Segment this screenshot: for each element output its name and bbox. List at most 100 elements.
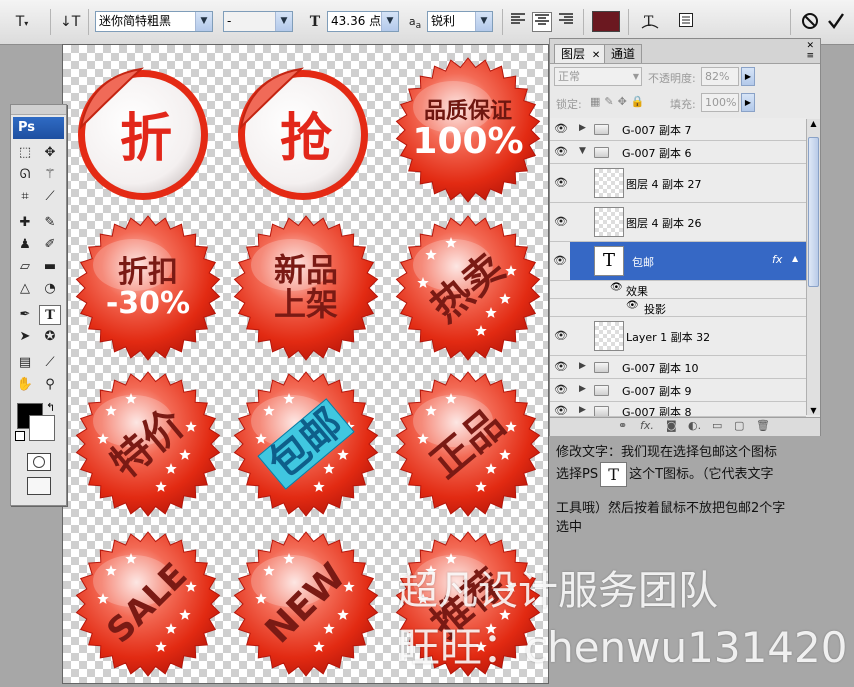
link-layers-icon[interactable]: ⚭ — [618, 419, 627, 432]
fx-icon[interactable]: fx — [772, 253, 782, 266]
eraser-tool-icon[interactable]: ▱ — [14, 257, 36, 277]
eye-icon[interactable]: 👁 — [610, 282, 623, 293]
toolbox-grip[interactable] — [11, 105, 66, 115]
zoom-tool-icon[interactable]: ⚲ — [39, 375, 61, 395]
expand-arrow-icon[interactable]: ▶ — [579, 384, 586, 394]
layer-row[interactable]: 👁 ▶ G-007 副本 9 — [550, 379, 806, 402]
background-color-swatch[interactable] — [29, 415, 55, 441]
pen-tool-icon[interactable]: ✒ — [14, 305, 36, 325]
notes-tool-icon[interactable]: ▤ — [14, 353, 36, 373]
type-tool-preset-icon[interactable]: T▾ — [12, 12, 32, 32]
panel-menu-icon[interactable]: ✕ ≡ — [806, 41, 814, 61]
align-left-icon[interactable] — [508, 12, 528, 32]
blur-tool-icon[interactable]: △ — [14, 279, 36, 299]
layers-scrollbar[interactable]: ▲ ▼ — [806, 119, 820, 415]
swap-colors-icon[interactable]: ↰ — [46, 401, 55, 414]
expand-arrow-icon[interactable]: ▶ — [579, 361, 586, 371]
marquee-tool-icon[interactable]: ⬚ — [14, 143, 36, 163]
layer-row[interactable]: 👁 ▶ G-007 副本 10 — [550, 356, 806, 379]
font-style-select[interactable]: - ▼ — [223, 11, 293, 32]
layer-row[interactable]: 👁 图层 4 副本 27 — [550, 164, 806, 203]
scroll-up-icon[interactable]: ▲ — [807, 119, 820, 128]
color-sampler-tool-icon[interactable]: ⟋ — [39, 353, 61, 373]
font-family-select[interactable]: 迷你简特粗黑 ▼ — [95, 11, 213, 32]
fill-label: 填充: — [670, 98, 696, 111]
badge-hot-sale: 热卖 — [393, 213, 543, 363]
warp-text-icon[interactable]: T — [640, 12, 660, 32]
layer-row[interactable]: 👁 ▶ G-007 副本 7 — [550, 118, 806, 141]
hand-tool-icon[interactable]: ✋ — [14, 375, 36, 395]
add-style-icon[interactable]: fx. — [640, 419, 654, 432]
eye-icon[interactable]: 👁 — [552, 329, 570, 342]
new-layer-icon[interactable]: ▢ — [734, 419, 744, 432]
screen-mode-icon[interactable] — [27, 477, 51, 495]
delete-layer-icon[interactable]: 🗑 — [756, 419, 770, 432]
tab-layers[interactable]: 图层 ✕ — [554, 44, 608, 63]
opacity-input[interactable]: 82% — [701, 67, 739, 86]
anti-alias-select[interactable]: 锐利 ▼ — [427, 11, 493, 32]
layer-row[interactable]: 👁 Layer 1 副本 32 — [550, 317, 806, 356]
custom-shape-tool-icon[interactable]: ✪ — [39, 327, 61, 347]
selected-text[interactable]: 包邮 — [257, 398, 355, 490]
collapse-arrow-icon[interactable]: ▼ — [579, 146, 586, 156]
eye-icon[interactable]: 👁 — [550, 242, 570, 280]
collapse-effects-icon[interactable]: ▲ — [792, 254, 798, 263]
opacity-slider-button[interactable]: ▶ — [741, 67, 755, 86]
eye-icon[interactable]: 👁 — [552, 145, 570, 158]
eye-icon[interactable]: 👁 — [552, 383, 570, 396]
gradient-tool-icon[interactable]: ▬ — [39, 257, 61, 277]
history-brush-tool-icon[interactable]: ✐ — [39, 235, 61, 255]
commit-edits-icon[interactable] — [826, 12, 846, 32]
cancel-edits-icon[interactable] — [800, 12, 820, 32]
scrollbar-thumb[interactable] — [808, 137, 819, 287]
move-tool-icon[interactable]: ✥ — [39, 143, 61, 163]
dodge-tool-icon[interactable]: ◔ — [39, 279, 61, 299]
badge-zhe: 折 — [71, 57, 221, 207]
path-selection-tool-icon[interactable]: ➤ — [14, 327, 36, 347]
new-group-icon[interactable]: ▭ — [712, 419, 722, 432]
align-center-icon[interactable] — [532, 12, 552, 32]
clone-stamp-tool-icon[interactable]: ♟ — [14, 235, 36, 255]
layer-row[interactable]: 👁 ▼ G-007 副本 6 — [550, 141, 806, 164]
crop-tool-icon[interactable]: ⌗ — [14, 187, 36, 207]
lasso-tool-icon[interactable]: ᘏ — [14, 165, 36, 185]
eyedropper-tool-icon[interactable]: ⟋ — [39, 187, 61, 207]
blend-mode-select[interactable]: 正常 ▼ — [554, 67, 642, 86]
eye-icon[interactable]: 👁 — [552, 215, 570, 228]
close-icon[interactable]: ✕ — [592, 50, 600, 61]
align-right-icon[interactable] — [556, 12, 576, 32]
opacity-label: 不透明度: — [648, 72, 696, 85]
lock-icons[interactable]: ▦✎✥🔒 — [590, 95, 649, 108]
effect-row[interactable]: 👁 投影 — [550, 299, 806, 317]
type-tool-icon[interactable]: T — [39, 305, 61, 325]
eye-icon[interactable]: 👁 — [552, 122, 570, 135]
add-mask-icon[interactable]: ◙ — [666, 419, 677, 432]
eye-icon[interactable]: 👁 — [552, 404, 570, 416]
eye-icon[interactable]: 👁 — [552, 360, 570, 373]
eye-icon[interactable]: 👁 — [552, 176, 570, 189]
effects-row[interactable]: 👁 效果 — [550, 281, 806, 299]
text-color-swatch[interactable] — [592, 11, 620, 32]
scroll-down-icon[interactable]: ▼ — [807, 406, 820, 415]
healing-brush-tool-icon[interactable]: ✚ — [14, 213, 36, 233]
eye-icon[interactable]: 👁 — [626, 300, 639, 311]
expand-arrow-icon[interactable]: ▶ — [579, 123, 586, 133]
fill-input[interactable]: 100% — [701, 93, 739, 112]
font-size-select[interactable]: 43.36 点 ▼ — [327, 11, 399, 32]
expand-arrow-icon[interactable]: ▶ — [579, 405, 586, 415]
default-colors-icon[interactable] — [15, 431, 25, 441]
adjustment-layer-icon[interactable]: ◐. — [688, 419, 701, 432]
badge-new: NEW — [231, 529, 381, 679]
toggle-text-orientation-icon[interactable]: ↓T — [60, 12, 80, 32]
separator — [88, 9, 89, 35]
tab-channels-label: 通道 — [611, 47, 636, 61]
layer-row-selected[interactable]: 👁 T 包邮 fx ▲ — [550, 242, 806, 281]
fill-slider-button[interactable]: ▶ — [741, 93, 755, 112]
brush-tool-icon[interactable]: ✎ — [39, 213, 61, 233]
quick-mask-icon[interactable] — [27, 453, 51, 471]
character-panel-icon[interactable] — [676, 12, 696, 32]
layer-row[interactable]: 👁 ▶ G-007 副本 8 — [550, 402, 806, 417]
layer-row[interactable]: 👁 图层 4 副本 26 — [550, 203, 806, 242]
tab-channels[interactable]: 通道 — [604, 44, 643, 63]
magic-wand-tool-icon[interactable]: ⚚ — [39, 165, 61, 185]
